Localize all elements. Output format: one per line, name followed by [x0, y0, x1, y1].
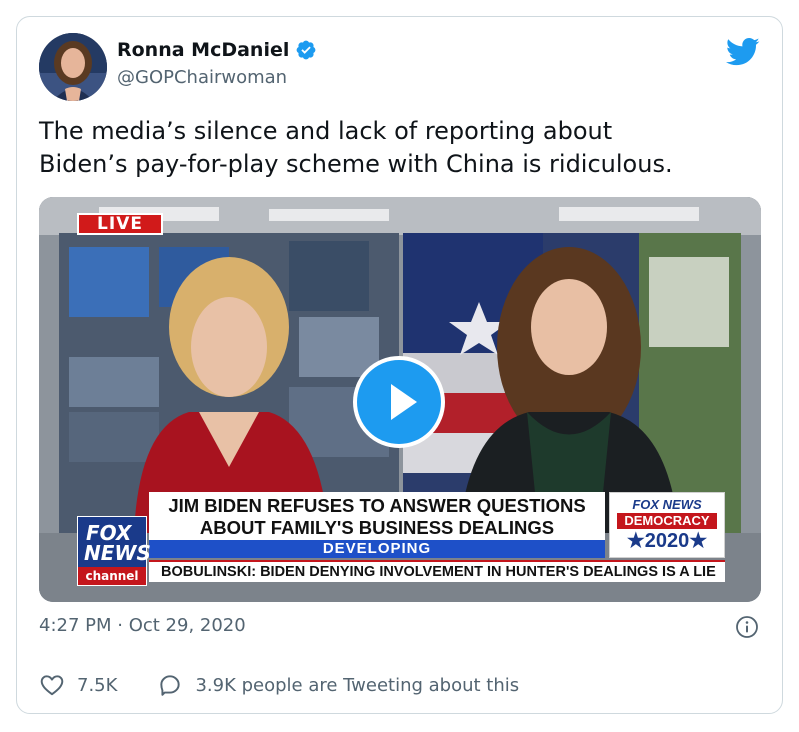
news-lower-third: JIM BIDEN REFUSES TO ANSWER QUESTIONS AB… [77, 490, 725, 590]
tweet-text: The media’s silence and lack of reportin… [39, 115, 759, 181]
tweet-actions: 7.5K 3.9K people are Tweeting about this [39, 672, 519, 698]
reply-button[interactable]: 3.9K people are Tweeting about this [157, 672, 519, 698]
chyron-headline: JIM BIDEN REFUSES TO ANSWER QUESTIONS AB… [149, 492, 605, 540]
headline-line: JIM BIDEN REFUSES TO ANSWER QUESTIONS [168, 495, 586, 516]
avatar[interactable] [39, 33, 107, 101]
tweet-timestamp[interactable]: 4:27 PM · Oct 29, 2020 [39, 615, 246, 636]
tweeting-about-text: 3.9K people are Tweeting about this [195, 674, 520, 696]
election-badge-network: FOX NEWS [632, 497, 702, 512]
election-badge-title: DEMOCRACY [617, 513, 717, 529]
verified-badge-icon [296, 40, 316, 60]
news-ticker: BOBULINSKI: BIDEN DENYING INVOLVEMENT IN… [149, 560, 725, 582]
like-button[interactable]: 7.5K [39, 672, 117, 698]
tweet-card[interactable]: Ronna McDaniel @GOPChairwoman The media’… [16, 16, 783, 714]
play-button[interactable] [353, 356, 445, 448]
fox-news-logo: FOX NEWS channel [77, 516, 151, 586]
author-handle[interactable]: @GOPChairwoman [117, 67, 287, 88]
fox-logo-line: channel [78, 567, 146, 585]
tweet-text-line: Biden’s pay-for-play scheme with China i… [39, 150, 673, 178]
election-badge-year: ★2020★ [626, 530, 708, 552]
info-icon[interactable] [735, 615, 759, 639]
play-icon [391, 384, 417, 420]
live-badge: LIVE [77, 213, 163, 235]
video-player[interactable]: LIVE JIM BIDEN REFUSES TO ANSWER QUESTIO… [39, 197, 761, 602]
election-badge: FOX NEWS DEMOCRACY ★2020★ [609, 492, 725, 558]
heart-icon [40, 675, 64, 696]
like-count: 7.5K [77, 674, 118, 696]
headline-line: ABOUT FAMILY'S BUSINESS DEALINGS [199, 517, 555, 538]
author-name[interactable]: Ronna McDaniel [117, 39, 289, 61]
speech-bubble-icon [160, 675, 181, 696]
author-row: Ronna McDaniel [117, 39, 317, 61]
developing-banner: DEVELOPING [149, 540, 605, 558]
fox-logo-line: NEWS [84, 541, 151, 565]
tweet-text-line: The media’s silence and lack of reportin… [39, 117, 613, 145]
twitter-bird-icon[interactable] [726, 37, 760, 67]
